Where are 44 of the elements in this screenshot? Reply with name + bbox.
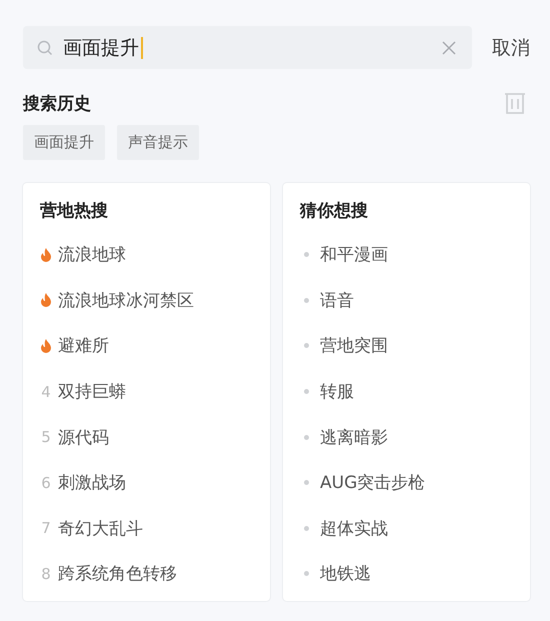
history-title: 搜索历史: [23, 92, 91, 114]
bullet-icon: [304, 480, 309, 486]
suggestion-item[interactable]: 逃离暗影: [320, 426, 388, 449]
hot-search-item[interactable]: 避难所: [58, 334, 109, 358]
rank-number: 6: [40, 474, 52, 492]
trash-icon[interactable]: [504, 91, 526, 115]
search-field[interactable]: 画面提升: [23, 26, 472, 69]
search-text: 画面提升: [63, 36, 139, 60]
suggestion-item[interactable]: 和平漫画: [320, 243, 388, 266]
rank-number: 5: [40, 428, 52, 446]
card-title: 营地热搜: [40, 200, 109, 222]
hot-search-item[interactable]: 奇幻大乱斗: [58, 516, 143, 540]
bullet-icon: [304, 571, 309, 576]
hot-search-item[interactable]: 双持巨蟒: [58, 380, 126, 404]
suggestion-item[interactable]: 地铁逃: [320, 562, 371, 586]
hot-search-item[interactable]: 源代码: [58, 426, 109, 449]
cancel-button[interactable]: 取消: [492, 34, 530, 60]
bullet-icon: [304, 343, 309, 348]
hot-search-item[interactable]: 跨系统角色转移: [58, 562, 177, 586]
history-chip[interactable]: 声音提示: [117, 125, 199, 160]
flame-icon: [40, 338, 52, 353]
suggestion-item[interactable]: 营地突围: [320, 334, 388, 358]
flame-icon: [40, 248, 52, 262]
suggestion-item[interactable]: 语音: [320, 288, 354, 312]
hot-search-item[interactable]: 流浪地球: [58, 243, 126, 266]
bullet-icon: [304, 434, 309, 440]
close-icon[interactable]: [440, 38, 458, 56]
card-title: 猜你想搜: [300, 200, 369, 222]
suggestion-item[interactable]: 转服: [320, 380, 354, 404]
rank-number: 4: [40, 382, 52, 401]
bullet-icon: [304, 252, 309, 258]
history-chip[interactable]: 画面提升: [23, 125, 105, 160]
text-cursor: [141, 36, 143, 58]
hot-search-item[interactable]: 流浪地球冰河禁区: [58, 288, 194, 312]
bullet-icon: [304, 389, 309, 394]
rank-number: 8: [40, 564, 52, 583]
suggestion-item[interactable]: AUG突击步枪: [320, 471, 426, 494]
search-icon: [37, 40, 53, 56]
bullet-icon: [304, 526, 309, 531]
suggestion-item[interactable]: 超体实战: [320, 516, 388, 540]
bullet-icon: [304, 298, 309, 303]
flame-icon: [40, 293, 52, 308]
rank-number: 7: [40, 519, 52, 538]
hot-search-item[interactable]: 刺激战场: [58, 471, 126, 494]
